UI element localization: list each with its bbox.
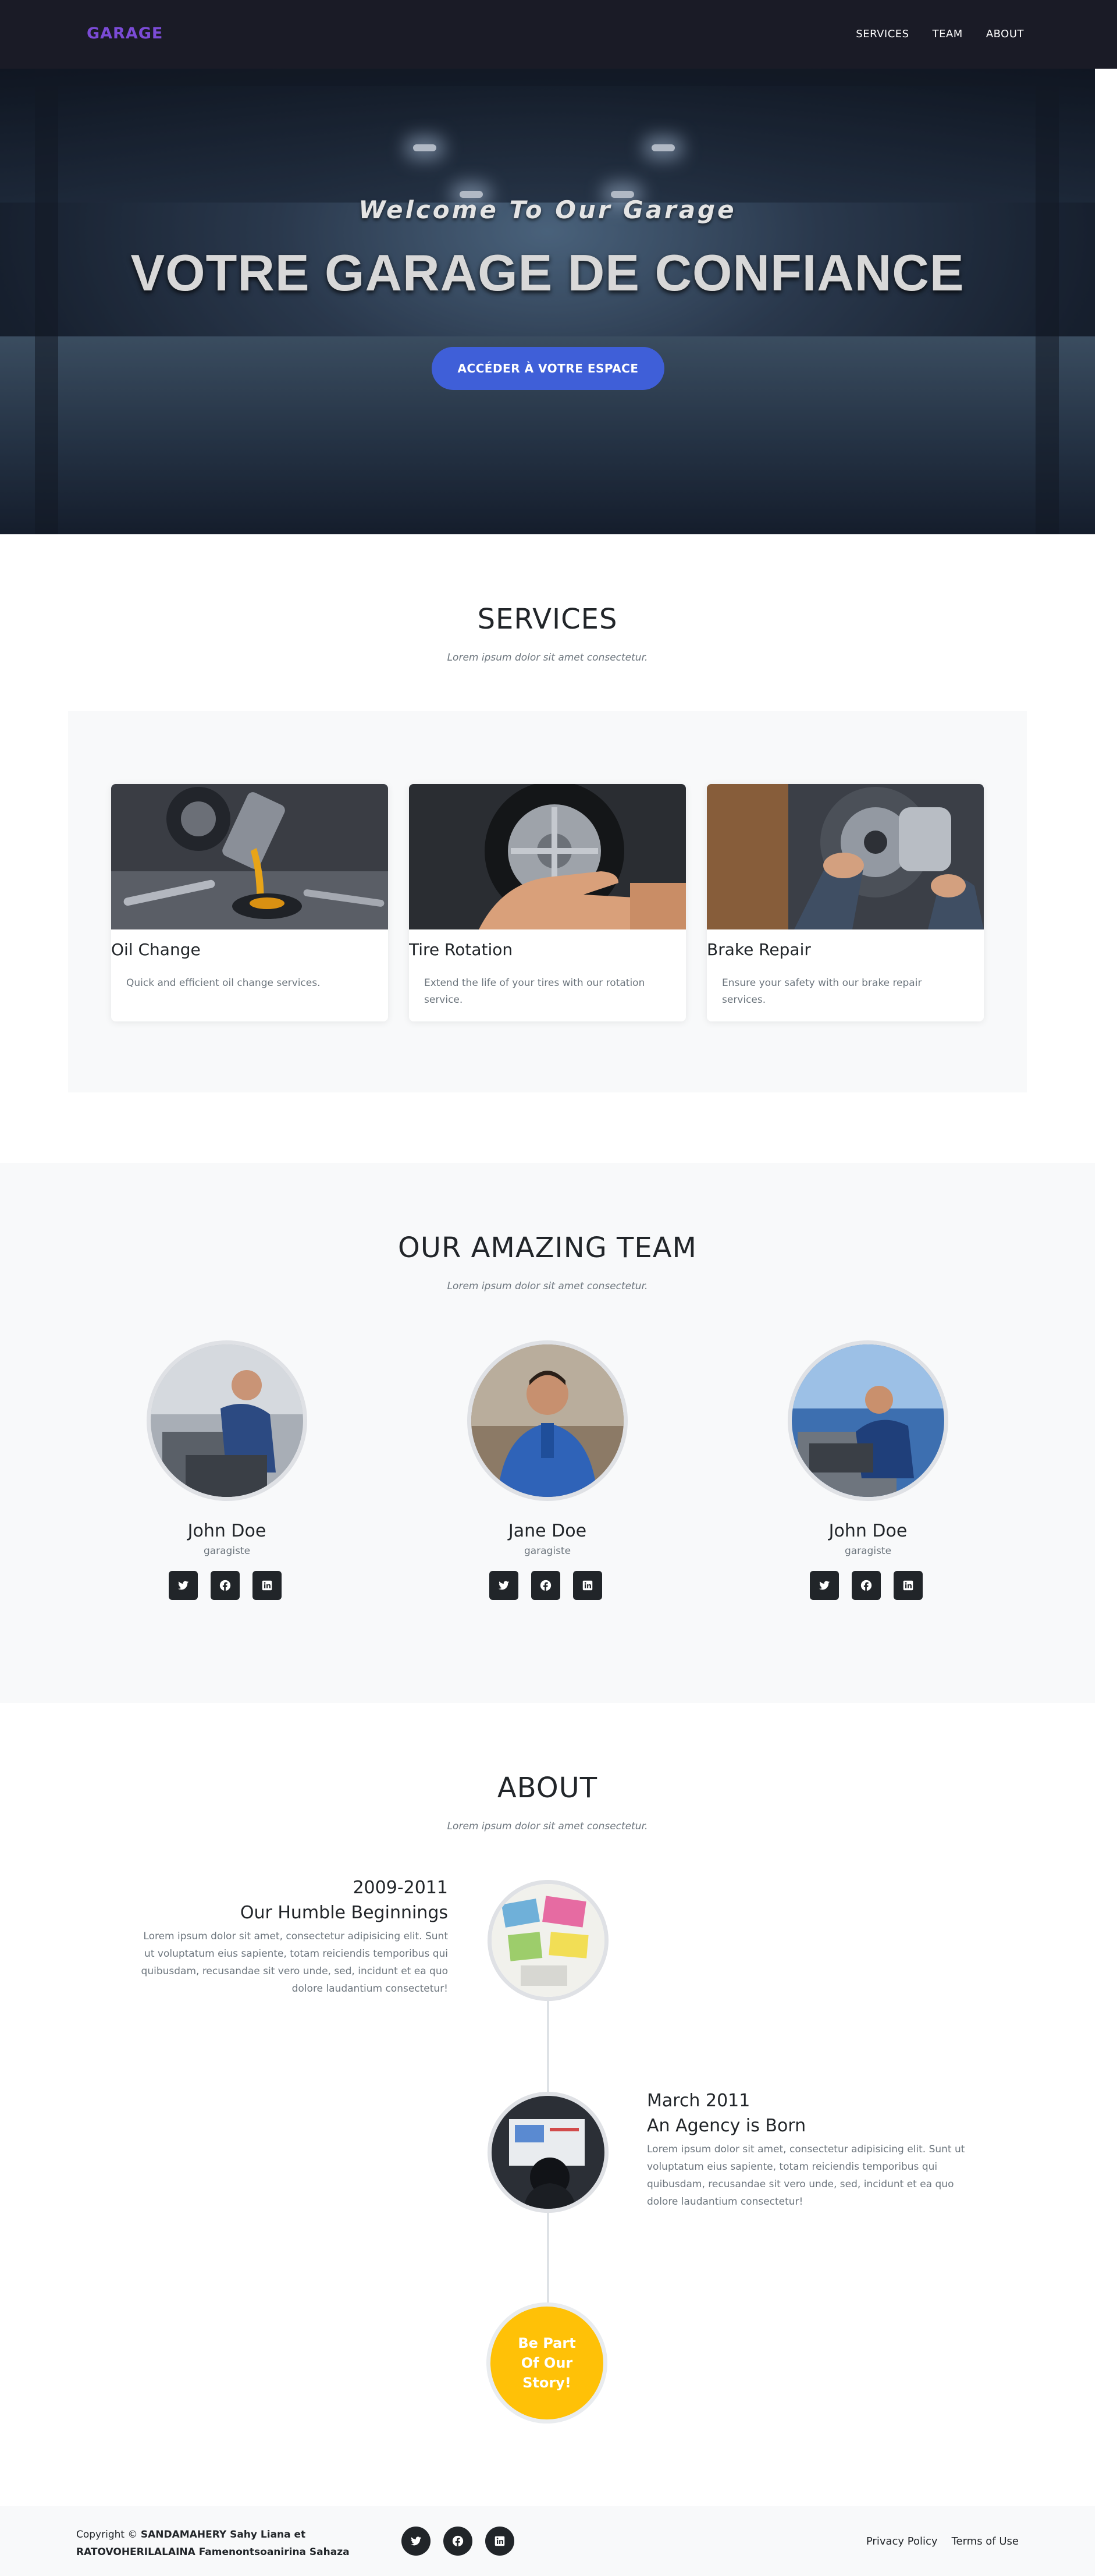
service-card-brake-repair[interactable]: Brake Repair Ensure your safety with our… <box>707 784 984 1021</box>
avatar <box>147 1340 307 1501</box>
linkedin-icon <box>582 1580 593 1591</box>
privacy-policy-link[interactable]: Privacy Policy <box>866 2535 938 2547</box>
access-space-button[interactable]: ACCÉDER À VOTRE ESPACE <box>432 347 664 390</box>
linkedin-button[interactable] <box>573 1571 602 1600</box>
story-line: Be Part <box>518 2335 576 2351</box>
member-name: John Doe <box>828 1521 908 1541</box>
member-role: garagiste <box>203 1545 251 1557</box>
facebook-icon <box>452 2535 464 2547</box>
footer: Copyright © SANDAMAHERY Sahy Liana et RA… <box>0 2506 1095 2576</box>
story-line: Story! <box>522 2375 571 2391</box>
copyright-authors-line2: RATOVOHERILALAINA Famenontsoanirina Saha… <box>76 2546 350 2558</box>
linkedin-icon <box>903 1580 913 1591</box>
timeline-heading: Our Humble Beginnings <box>240 1903 448 1923</box>
service-description: Extend the life of your tires with our r… <box>424 977 645 1006</box>
linkedin-icon <box>262 1580 272 1591</box>
team-member: Jane Doe garagiste <box>467 1340 630 1608</box>
footer-twitter-button[interactable] <box>401 2527 431 2556</box>
footer-facebook-button[interactable] <box>443 2527 472 2556</box>
copyright-prefix: Copyright © <box>76 2529 138 2540</box>
timeline-body: Lorem ipsum dolor sit amet, consectetur … <box>141 1931 448 1995</box>
timeline-body: Lorem ipsum dolor sit amet, consectetur … <box>647 2144 965 2208</box>
nav-link-services[interactable]: SERVICES <box>856 28 909 40</box>
brake-repair-image <box>707 784 984 929</box>
avatar <box>467 1340 628 1501</box>
story-line: Of Our <box>521 2355 573 2371</box>
facebook-icon <box>860 1580 872 1591</box>
member-role: garagiste <box>844 1545 892 1557</box>
hero-subtitle: Welcome To Our Garage <box>358 196 737 224</box>
member-socials <box>169 1571 282 1600</box>
timeline-date: 2009-2011 <box>353 1878 448 1898</box>
copyright-authors-line1: SANDAMAHERY Sahy Liana et <box>140 2529 306 2540</box>
linkedin-button[interactable] <box>894 1571 923 1600</box>
service-card-tire-rotation[interactable]: Tire Rotation Extend the life of your ti… <box>409 784 686 1021</box>
service-description: Ensure your safety with our brake repair… <box>722 977 922 1006</box>
timeline-date: March 2011 <box>647 2091 750 2111</box>
footer-linkedin-button[interactable] <box>485 2527 514 2556</box>
timeline-event: March 2011 An Agency is Born Lorem ipsum… <box>647 2091 973 2210</box>
footer-links: Privacy Policy Terms of Use <box>866 2535 1019 2547</box>
facebook-button[interactable] <box>852 1571 881 1600</box>
hero-title: VOTRE GARAGE DE CONFIANCE <box>130 244 965 301</box>
twitter-icon <box>410 2536 422 2546</box>
twitter-button[interactable] <box>810 1571 839 1600</box>
twitter-icon <box>177 1581 189 1590</box>
twitter-icon <box>498 1581 510 1590</box>
member-socials <box>810 1571 923 1600</box>
twitter-button[interactable] <box>489 1571 518 1600</box>
timeline-image-agency <box>488 2092 609 2213</box>
nav-links: SERVICES TEAM ABOUT <box>856 28 1024 40</box>
linkedin-button[interactable] <box>252 1571 282 1600</box>
team-member: John Doe garagiste <box>788 1340 951 1608</box>
timeline-heading: An Agency is Born <box>647 2116 806 2136</box>
services-title: SERVICES <box>477 603 618 636</box>
timeline-image-beginnings <box>488 1880 609 2001</box>
oil-change-image <box>111 784 388 929</box>
twitter-icon <box>819 1581 830 1590</box>
about-subtitle: Lorem ipsum dolor sit amet consectetur. <box>447 1821 648 1832</box>
avatar <box>788 1340 948 1501</box>
terms-of-use-link[interactable]: Terms of Use <box>952 2535 1019 2547</box>
timeline-event: 2009-2011 Our Humble Beginnings Lorem ip… <box>140 1878 448 1997</box>
team-subtitle: Lorem ipsum dolor sit amet consectetur. <box>447 1280 648 1292</box>
nav-link-about[interactable]: ABOUT <box>986 28 1024 40</box>
copyright: Copyright © SANDAMAHERY Sahy Liana et RA… <box>76 2526 379 2561</box>
navbar: GARAGE SERVICES TEAM ABOUT <box>0 0 1117 69</box>
member-socials <box>489 1571 602 1600</box>
brand-logo[interactable]: GARAGE <box>87 24 163 42</box>
service-name: Oil Change <box>111 940 201 959</box>
service-description: Quick and efficient oil change services. <box>126 977 321 989</box>
member-name: Jane Doe <box>508 1521 587 1541</box>
member-name: John Doe <box>187 1521 266 1541</box>
team-title: OUR AMAZING TEAM <box>398 1232 697 1264</box>
hero-section: Welcome To Our Garage VOTRE GARAGE DE CO… <box>0 69 1095 534</box>
facebook-icon <box>219 1580 231 1591</box>
facebook-icon <box>540 1580 552 1591</box>
facebook-button[interactable] <box>211 1571 240 1600</box>
service-card-oil-change[interactable]: Oil Change Quick and efficient oil chang… <box>111 784 388 1021</box>
twitter-button[interactable] <box>169 1571 198 1600</box>
member-role: garagiste <box>524 1545 571 1557</box>
service-name: Tire Rotation <box>409 940 513 959</box>
linkedin-icon <box>495 2536 505 2546</box>
service-name: Brake Repair <box>707 940 811 959</box>
team-member: John Doe garagiste <box>147 1340 310 1608</box>
nav-link-team[interactable]: TEAM <box>933 28 963 40</box>
about-title: ABOUT <box>497 1772 598 1804</box>
tire-rotation-image <box>409 784 686 929</box>
services-subtitle: Lorem ipsum dolor sit amet consectetur. <box>447 652 648 663</box>
footer-socials <box>401 2527 514 2556</box>
facebook-button[interactable] <box>531 1571 560 1600</box>
be-part-of-our-story[interactable]: Be Part Of Our Story! <box>486 2302 607 2424</box>
